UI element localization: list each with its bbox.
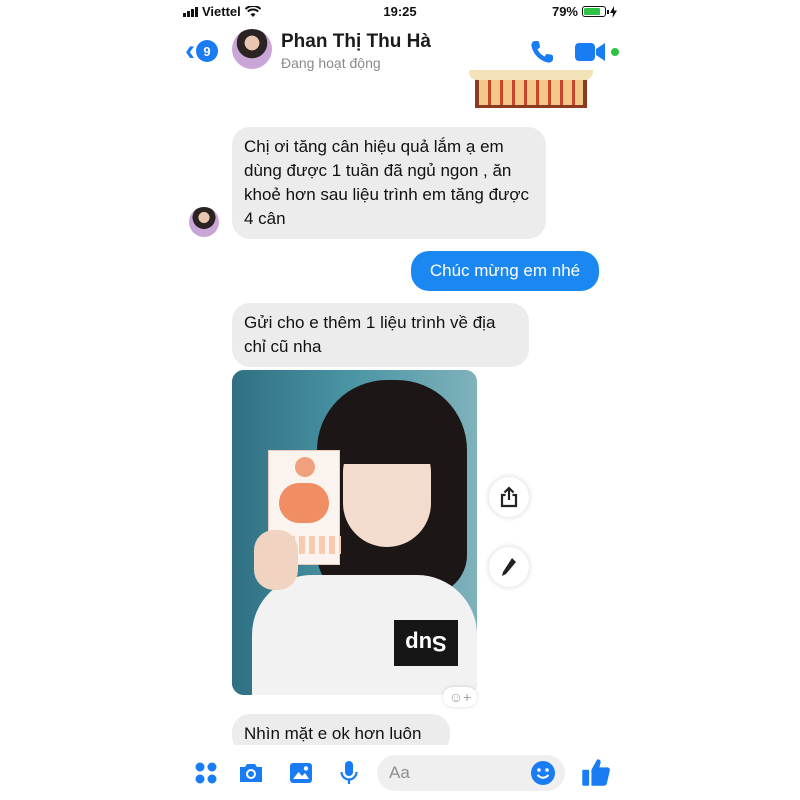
sticker-image[interactable]: [469, 70, 593, 108]
status-bar: Viettel 19:25 79%: [175, 0, 625, 24]
photo-message[interactable]: Sup: [232, 370, 477, 695]
share-button[interactable]: [489, 477, 529, 517]
contact-name[interactable]: Phan Thị Thu Hà: [281, 31, 431, 53]
battery-status: 79%: [552, 4, 617, 19]
microphone-icon[interactable]: [335, 759, 363, 787]
unread-badge: 9: [196, 40, 218, 62]
message-bubble-outgoing[interactable]: Chúc mừng em nhé: [411, 251, 599, 291]
sender-avatar[interactable]: [189, 207, 219, 237]
contact-avatar[interactable]: [232, 29, 272, 69]
apps-grid-icon[interactable]: [192, 759, 220, 787]
pencil-icon: [502, 558, 516, 576]
message-placeholder: Aa: [389, 763, 410, 782]
product-label-circle: [279, 483, 329, 523]
battery-percent: 79%: [551, 4, 578, 19]
photo-hand: [254, 530, 298, 590]
active-status: Đang hoạt động: [281, 55, 381, 71]
back-chevron-icon: ‹: [185, 34, 195, 67]
message-bubble-incoming[interactable]: Chị ơi tăng cân hiệu quả lắm ạ em dùng đ…: [232, 127, 546, 239]
share-icon: [500, 486, 518, 508]
photo-bangs: [335, 414, 439, 464]
thumbs-up-icon[interactable]: [580, 756, 612, 788]
charging-icon: [610, 5, 617, 18]
gallery-icon[interactable]: [287, 759, 315, 787]
video-camera-icon[interactable]: [575, 39, 621, 65]
add-reaction-button[interactable]: ☺+: [443, 687, 477, 707]
battery-icon: [582, 6, 609, 17]
edit-button[interactable]: [489, 547, 529, 587]
message-bubble-incoming[interactable]: Gửi cho e thêm 1 liệu trình về địa chỉ c…: [232, 303, 529, 367]
battery-fill: [584, 8, 600, 15]
emoji-icon[interactable]: [529, 759, 557, 787]
back-button[interactable]: ‹ 9: [185, 34, 218, 67]
composer-bar: Aa: [175, 745, 625, 800]
messenger-screen: Viettel 19:25 79% ‹ 9 Phan Thị Thu Hà Đa…: [175, 0, 625, 800]
product-seal: [295, 457, 315, 477]
shirt-logo: Sup: [394, 620, 458, 666]
phone-icon[interactable]: [528, 38, 556, 66]
add-reaction-icon: ☺+: [448, 689, 472, 705]
camera-icon[interactable]: [237, 759, 265, 787]
